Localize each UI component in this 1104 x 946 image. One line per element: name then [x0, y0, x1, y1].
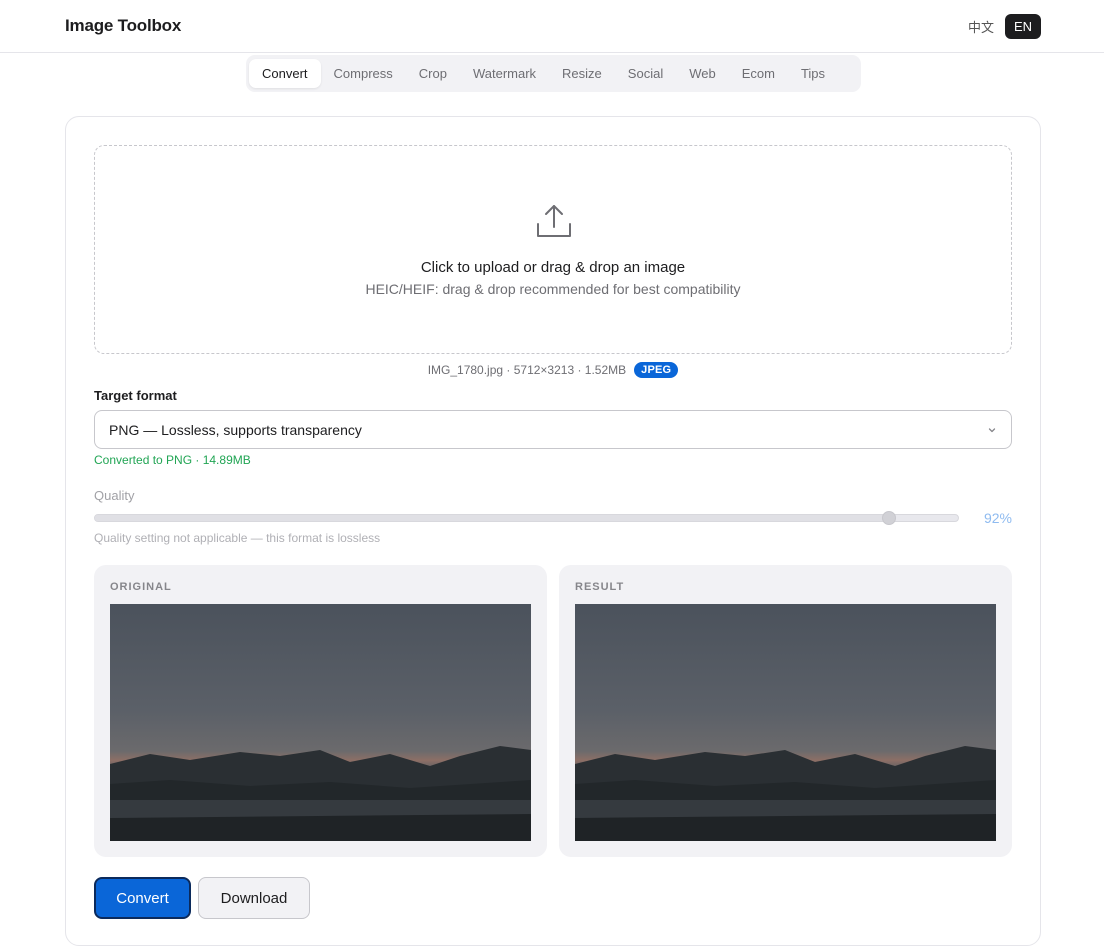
file-info: IMG_1780.jpg · 5712×3213 · 1.52MB JPEG: [66, 362, 1040, 378]
tool-tabs: Convert Compress Crop Watermark Resize S…: [246, 55, 861, 92]
original-label: ORIGINAL: [110, 581, 172, 593]
tab-web[interactable]: Web: [676, 59, 729, 88]
quality-slider-fill: [95, 515, 889, 521]
result-label: RESULT: [575, 581, 625, 593]
quality-slider-thumb[interactable]: [881, 511, 896, 525]
original-image: [110, 604, 531, 841]
tab-tips[interactable]: Tips: [788, 59, 838, 88]
lang-chinese-button[interactable]: 中文: [962, 14, 1000, 39]
upload-dropzone[interactable]: Click to upload or drag & drop an image …: [94, 145, 1012, 354]
upload-hint: HEIC/HEIF: drag & drop recommended for b…: [365, 281, 741, 297]
original-preview-panel: ORIGINAL: [94, 565, 547, 857]
convert-card: Click to upload or drag & drop an image …: [65, 116, 1041, 946]
tab-crop[interactable]: Crop: [406, 59, 460, 88]
tab-ecom[interactable]: Ecom: [729, 59, 788, 88]
target-format-select[interactable]: PNG — Lossless, supports transparency: [94, 410, 1012, 449]
quality-note: Quality setting not applicable — this fo…: [94, 531, 381, 545]
upload-icon: [537, 205, 571, 237]
upload-title: Click to upload or drag & drop an image: [420, 259, 686, 276]
app-title: Image Toolbox: [65, 16, 182, 35]
target-format-value: PNG — Lossless, supports transparency: [109, 421, 362, 438]
chevron-down-icon: [988, 428, 996, 433]
quality-value: 92%: [983, 510, 1012, 526]
tab-social[interactable]: Social: [615, 59, 676, 88]
quality-label: Quality: [94, 488, 135, 503]
lang-english-button[interactable]: EN: [1005, 14, 1041, 39]
result-preview-panel: RESULT: [559, 565, 1012, 857]
conversion-status: Converted to PNG · 14.89MB: [94, 453, 251, 467]
convert-button[interactable]: Convert: [94, 877, 191, 919]
tab-compress[interactable]: Compress: [321, 59, 406, 88]
format-badge: JPEG: [634, 362, 679, 378]
download-button[interactable]: Download: [198, 877, 310, 919]
tab-watermark[interactable]: Watermark: [460, 59, 549, 88]
tab-convert[interactable]: Convert: [249, 59, 321, 88]
result-image: [575, 604, 996, 841]
app-header: Image Toolbox 中文 EN: [0, 0, 1104, 53]
tab-resize[interactable]: Resize: [549, 59, 615, 88]
target-format-label: Target format: [94, 388, 177, 403]
quality-slider[interactable]: [94, 511, 959, 525]
file-details: IMG_1780.jpg · 5712×3213 · 1.52MB: [427, 363, 627, 377]
